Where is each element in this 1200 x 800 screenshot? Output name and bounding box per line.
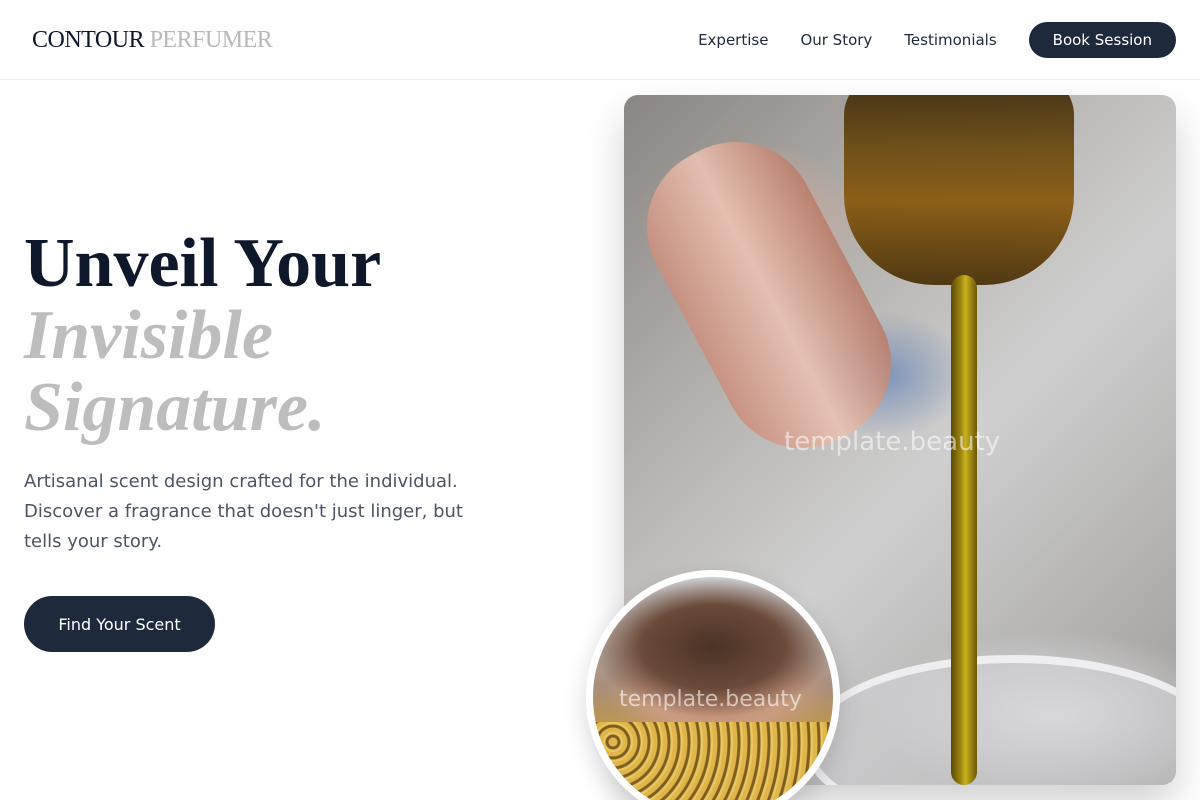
brand-secondary: PERFUMER bbox=[149, 27, 273, 53]
botanicals-shape bbox=[593, 722, 833, 800]
bowl-shape bbox=[804, 655, 1176, 785]
nav-expertise[interactable]: Expertise bbox=[698, 31, 768, 49]
hero-title-line2: Invisible bbox=[24, 297, 273, 374]
hero-subtitle: Artisanal scent design crafted for the i… bbox=[24, 471, 463, 552]
bottle-shape bbox=[844, 95, 1074, 285]
hero-title-line1: Unveil Your bbox=[24, 225, 382, 302]
hero-title-line3: Signature. bbox=[24, 369, 326, 446]
hero-title: Unveil Your Invisible Signature. bbox=[24, 228, 381, 444]
brand-primary: CONTOUR bbox=[32, 27, 145, 53]
site-header: CONTOUR PERFUMER Expertise Our Story Tes… bbox=[0, 0, 1200, 80]
nav-our-story[interactable]: Our Story bbox=[800, 31, 872, 49]
book-session-button[interactable]: Book Session bbox=[1028, 22, 1176, 58]
oil-stream-shape bbox=[951, 275, 977, 785]
main-nav: Expertise Our Story Testimonials Book Se… bbox=[666, 0, 1176, 80]
image-watermark: template.beauty bbox=[784, 427, 1001, 457]
brand-logo[interactable]: CONTOUR PERFUMER bbox=[32, 27, 273, 54]
nav-testimonials[interactable]: Testimonials bbox=[904, 31, 996, 49]
find-your-scent-button[interactable]: Find Your Scent bbox=[24, 596, 215, 652]
portrait-watermark: template.beauty bbox=[619, 687, 802, 712]
